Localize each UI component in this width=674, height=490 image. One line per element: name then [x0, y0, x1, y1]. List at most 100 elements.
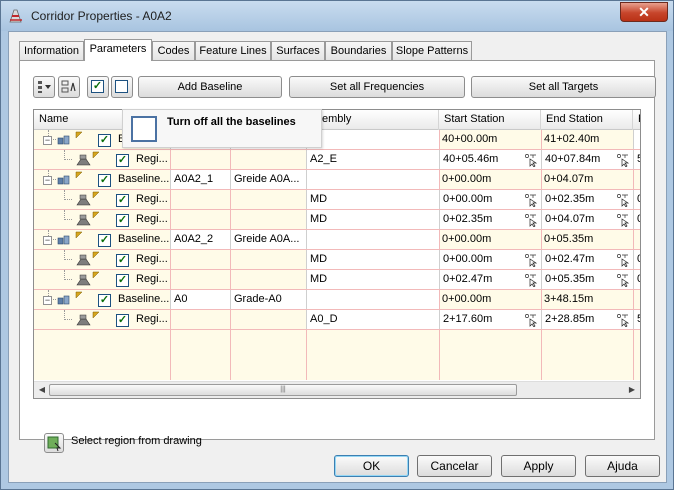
- column-header-end-station[interactable]: End Station: [541, 110, 633, 130]
- region-checkbox[interactable]: ✓: [116, 254, 129, 267]
- tab-surfaces[interactable]: Surfaces: [271, 41, 325, 61]
- ok-button[interactable]: OK: [334, 455, 409, 477]
- profile-cell[interactable]: Grade-A0: [230, 290, 306, 310]
- alignment-cell[interactable]: [170, 190, 230, 210]
- pick-station-icon[interactable]: [616, 313, 630, 327]
- assembly-cell[interactable]: MD: [306, 250, 439, 270]
- tab-feature-lines[interactable]: Feature Lines: [195, 41, 271, 61]
- region-checkbox[interactable]: ✓: [116, 194, 129, 207]
- frequency-cell[interactable]: [633, 130, 640, 150]
- assembly-cell[interactable]: [306, 290, 439, 310]
- turn-on-all-baselines-button[interactable]: ✓: [87, 76, 109, 98]
- profile-cell[interactable]: [230, 210, 306, 230]
- pick-station-icon[interactable]: [524, 253, 538, 267]
- baseline-checkbox[interactable]: ✓: [98, 134, 111, 147]
- start-station-cell[interactable]: 0+00.00m: [439, 170, 541, 190]
- alignment-cell[interactable]: [170, 270, 230, 290]
- collapse-icon[interactable]: −: [43, 176, 52, 185]
- filter-dropdown-button[interactable]: [33, 76, 55, 98]
- column-header-start-station[interactable]: Start Station: [439, 110, 541, 130]
- set-all-frequencies-button[interactable]: Set all Frequencies: [289, 76, 465, 98]
- frequency-cell[interactable]: 5.00: [633, 150, 640, 170]
- frequency-cell[interactable]: [633, 170, 640, 190]
- profile-cell[interactable]: Greide A0A...: [230, 170, 306, 190]
- region-row[interactable]: ✓Regi...A2_E40+05.46m40+07.84m5.00: [34, 150, 640, 170]
- start-station-cell[interactable]: 0+00.00m: [439, 230, 541, 250]
- frequency-cell[interactable]: 5.00: [633, 310, 640, 330]
- profile-cell[interactable]: [230, 190, 306, 210]
- assembly-cell[interactable]: [306, 130, 439, 150]
- region-checkbox[interactable]: ✓: [116, 274, 129, 287]
- tab-information[interactable]: Information: [19, 41, 84, 61]
- profile-cell[interactable]: [230, 270, 306, 290]
- alignment-cell[interactable]: A0A2_1: [170, 170, 230, 190]
- pick-station-icon[interactable]: [616, 153, 630, 167]
- pick-station-icon[interactable]: [524, 153, 538, 167]
- scroll-left-icon[interactable]: ◀: [36, 384, 48, 396]
- start-station-cell[interactable]: 40+00.00m: [439, 130, 541, 150]
- alignment-cell[interactable]: [170, 310, 230, 330]
- pick-station-icon[interactable]: [616, 253, 630, 267]
- assembly-cell[interactable]: A2_E: [306, 150, 439, 170]
- baseline-checkbox[interactable]: ✓: [98, 234, 111, 247]
- select-region-button[interactable]: [44, 433, 64, 453]
- region-row[interactable]: ✓Regi...A0_D2+17.60m2+28.85m5.00: [34, 310, 640, 330]
- alignment-cell[interactable]: A0: [170, 290, 230, 310]
- collapse-icon[interactable]: −: [43, 136, 52, 145]
- region-checkbox[interactable]: ✓: [116, 154, 129, 167]
- assembly-cell[interactable]: [306, 170, 439, 190]
- end-station-cell[interactable]: 3+48.15m: [541, 290, 633, 310]
- frequency-cell[interactable]: [633, 230, 640, 250]
- assembly-cell[interactable]: [306, 230, 439, 250]
- region-checkbox[interactable]: ✓: [116, 214, 129, 227]
- baseline-checkbox[interactable]: ✓: [98, 174, 111, 187]
- baseline-row[interactable]: − ✓ Baseline... A0A2_1 Greide A0A... 0+00.00m…: [34, 170, 640, 190]
- pick-station-icon[interactable]: [524, 273, 538, 287]
- sort-button[interactable]: [58, 76, 80, 98]
- pick-station-icon[interactable]: [616, 273, 630, 287]
- region-checkbox[interactable]: ✓: [116, 314, 129, 327]
- pick-station-icon[interactable]: [524, 313, 538, 327]
- scrollbar-thumb[interactable]: |||: [49, 384, 517, 396]
- tab-boundaries[interactable]: Boundaries: [325, 41, 392, 61]
- horizontal-scrollbar[interactable]: ◀ ||| ▶: [34, 381, 640, 398]
- end-station-cell[interactable]: 0+05.35m: [541, 230, 633, 250]
- frequency-cell[interactable]: 0.50: [633, 190, 640, 210]
- tab-slope-patterns[interactable]: Slope Patterns: [392, 41, 472, 61]
- frequency-cell[interactable]: 0.50: [633, 250, 640, 270]
- profile-cell[interactable]: [230, 310, 306, 330]
- frequency-cell[interactable]: [633, 290, 640, 310]
- region-row[interactable]: ✓Regi...MD0+02.47m0+05.35m0.50: [34, 270, 640, 290]
- frequency-cell[interactable]: 0.50: [633, 210, 640, 230]
- column-header-frequency[interactable]: Frec: [633, 110, 640, 130]
- pick-station-icon[interactable]: [616, 213, 630, 227]
- alignment-cell[interactable]: A0A2_2: [170, 230, 230, 250]
- frequency-cell[interactable]: 0.50: [633, 270, 640, 290]
- baseline-row[interactable]: − ✓ Baseline... A0 Grade-A0 0+00.00m 3+48.15m: [34, 290, 640, 310]
- baseline-checkbox[interactable]: ✓: [98, 294, 111, 307]
- profile-cell[interactable]: [230, 250, 306, 270]
- profile-cell[interactable]: Greide A0A...: [230, 230, 306, 250]
- turn-off-all-baselines-button[interactable]: [111, 76, 133, 98]
- baseline-row[interactable]: − ✓ Baseline... A0A2_2 Greide A0A... 0+00.00m…: [34, 230, 640, 250]
- tab-parameters[interactable]: Parameters: [84, 39, 152, 61]
- end-station-cell[interactable]: 0+04.07m: [541, 170, 633, 190]
- close-button[interactable]: ✕: [620, 2, 668, 22]
- cancel-button[interactable]: Cancelar: [417, 455, 492, 477]
- assembly-cell[interactable]: A0_D: [306, 310, 439, 330]
- region-row[interactable]: ✓Regi...MD0+00.00m0+02.35m0.50: [34, 190, 640, 210]
- alignment-cell[interactable]: [170, 250, 230, 270]
- scroll-right-icon[interactable]: ▶: [626, 384, 638, 396]
- region-row[interactable]: ✓Regi...MD0+00.00m0+02.47m0.50: [34, 250, 640, 270]
- assembly-cell[interactable]: MD: [306, 270, 439, 290]
- pick-station-icon[interactable]: [524, 193, 538, 207]
- profile-cell[interactable]: [230, 150, 306, 170]
- collapse-icon[interactable]: −: [43, 296, 52, 305]
- help-button[interactable]: Ajuda: [585, 455, 660, 477]
- apply-button[interactable]: Apply: [501, 455, 576, 477]
- set-all-targets-button[interactable]: Set all Targets: [471, 76, 656, 98]
- collapse-icon[interactable]: −: [43, 236, 52, 245]
- pick-station-icon[interactable]: [524, 213, 538, 227]
- alignment-cell[interactable]: [170, 150, 230, 170]
- add-baseline-button[interactable]: Add Baseline: [138, 76, 282, 98]
